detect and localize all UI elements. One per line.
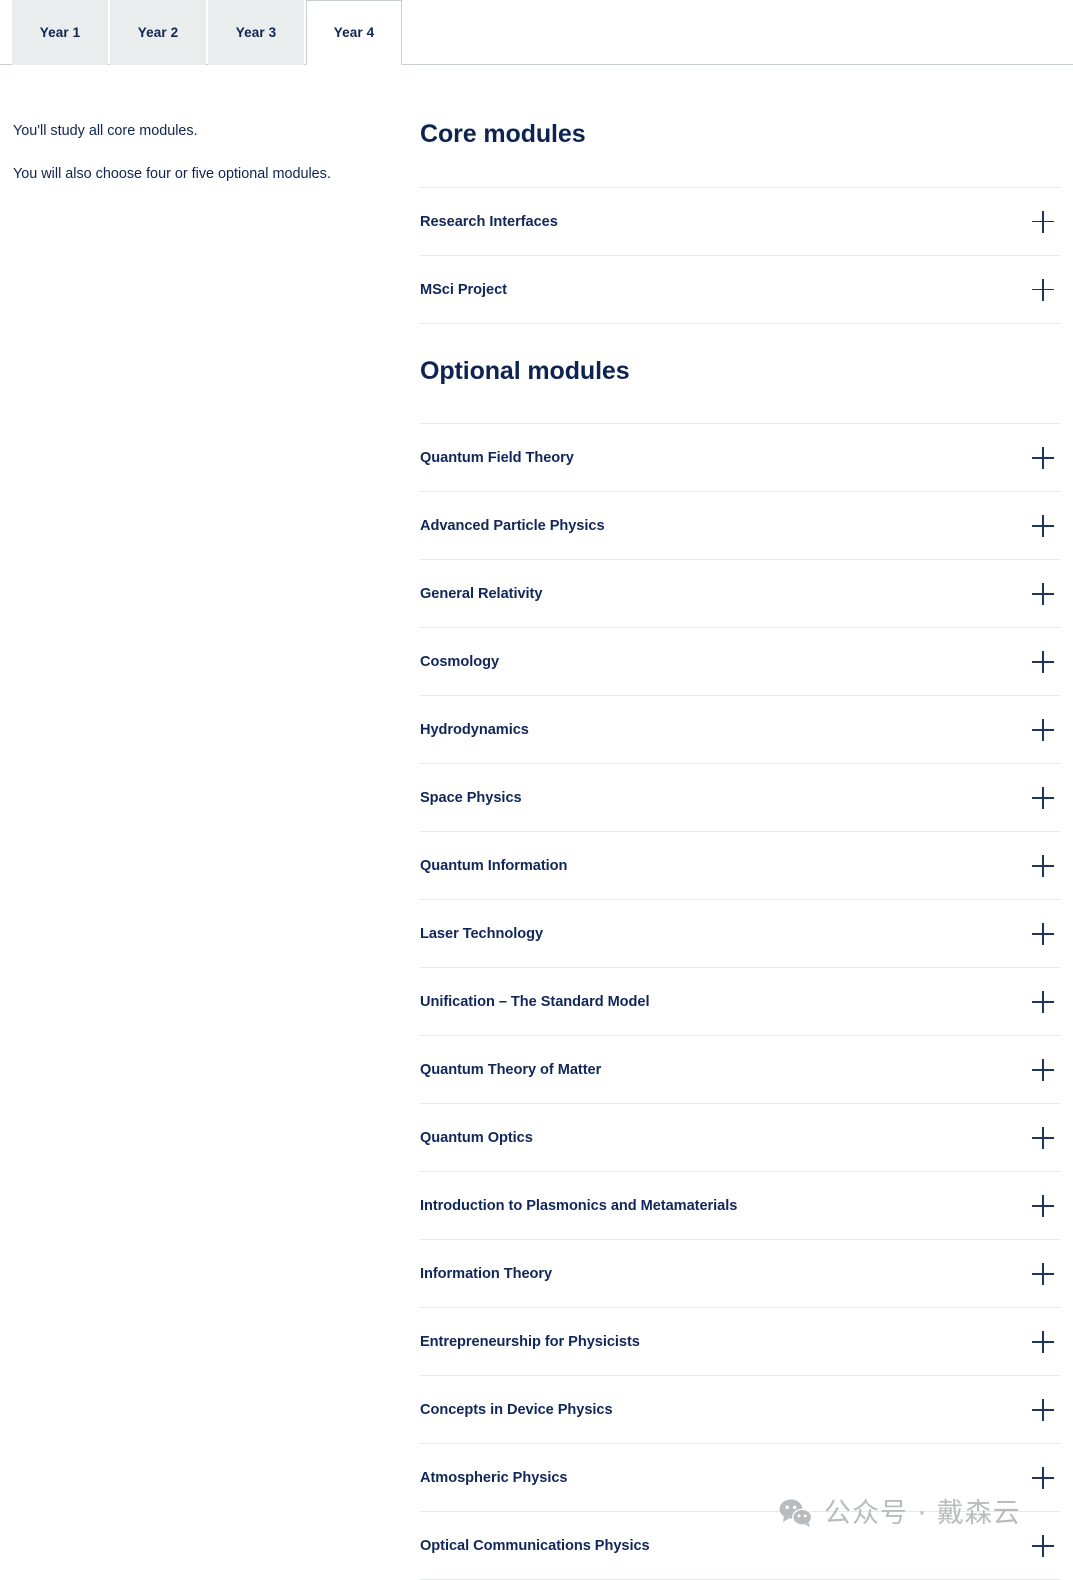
module-title: Space Physics [420, 790, 522, 806]
module-item: Quantum Theory of Matter [420, 1036, 1060, 1104]
module-title: Atmospheric Physics [420, 1470, 568, 1486]
plus-icon[interactable] [1032, 651, 1054, 673]
module-item: Information Theory [420, 1240, 1060, 1308]
tab-panel-year-4: You'll study all core modules. You will … [0, 65, 1073, 1580]
intro-paragraph-1: You'll study all core modules. [13, 123, 198, 139]
module-title: Research Interfaces [420, 213, 558, 230]
plus-icon[interactable] [1032, 1399, 1054, 1421]
optional-modules-heading: Optional modules [420, 356, 630, 385]
module-title: Information Theory [420, 1266, 553, 1282]
intro-paragraph-2: You will also choose four or five option… [13, 165, 331, 182]
module-title: Quantum Field Theory [420, 450, 574, 466]
plus-icon[interactable] [1032, 923, 1054, 945]
module-item: Concepts in Device Physics [420, 1376, 1060, 1444]
module-toggle-advanced-particle-physics[interactable]: Advanced Particle Physics [420, 492, 1060, 559]
module-toggle-introduction-to-plasmonics-and-metamaterials[interactable]: Introduction to Plasmonics and Metamater… [420, 1172, 1060, 1239]
tab-label: Year 1 [39, 25, 81, 40]
plus-icon[interactable] [1032, 787, 1054, 809]
tab-year-2[interactable]: Year 2 [110, 0, 206, 65]
plus-icon[interactable] [1032, 210, 1054, 233]
module-toggle-information-theory[interactable]: Information Theory [420, 1240, 1060, 1307]
module-title: Quantum Information [420, 858, 568, 874]
module-toggle-entrepreneurship-for-physicists[interactable]: Entrepreneurship for Physicists [420, 1308, 1060, 1375]
module-title: Cosmology [420, 654, 500, 670]
module-title: Introduction to Plasmonics and Metamater… [420, 1198, 738, 1214]
tab-year-4[interactable]: Year 4 [306, 0, 402, 65]
module-toggle-research-interfaces[interactable]: Research Interfaces [420, 188, 1060, 255]
tab-label: Year 2 [137, 25, 179, 40]
plus-icon[interactable] [1032, 1195, 1054, 1217]
core-modules-accordion: Research Interfaces MSci Project [420, 186, 1060, 324]
module-item: Atmospheric Physics [420, 1444, 1060, 1512]
plus-icon[interactable] [1032, 1059, 1054, 1081]
module-toggle-cosmology[interactable]: Cosmology [420, 628, 1060, 695]
module-toggle-quantum-theory-of-matter[interactable]: Quantum Theory of Matter [420, 1036, 1060, 1103]
intro-column: You'll study all core modules. You will … [0, 121, 420, 207]
module-item: MSci Project [420, 256, 1060, 324]
module-toggle-atmospheric-physics[interactable]: Atmospheric Physics [420, 1444, 1060, 1511]
module-title: Quantum Optics [420, 1130, 533, 1146]
module-item: General Relativity [420, 560, 1060, 628]
module-item: Quantum Information [420, 832, 1060, 900]
module-title: Concepts in Device Physics [420, 1402, 613, 1418]
module-toggle-msci-project[interactable]: MSci Project [420, 256, 1060, 323]
plus-icon[interactable] [1032, 1535, 1054, 1557]
module-toggle-optical-communications-physics[interactable]: Optical Communications Physics [420, 1512, 1060, 1579]
plus-icon[interactable] [1032, 1467, 1054, 1489]
module-title: Unification – The Standard Model [420, 994, 650, 1010]
module-item: Research Interfaces [420, 188, 1060, 256]
core-modules-heading: Core modules [420, 120, 586, 148]
module-toggle-general-relativity[interactable]: General Relativity [420, 560, 1060, 627]
plus-icon[interactable] [1032, 447, 1054, 469]
module-item: Quantum Field Theory [420, 424, 1060, 492]
module-title: General Relativity [420, 586, 543, 602]
module-item: Entrepreneurship for Physicists [420, 1308, 1060, 1376]
module-toggle-quantum-optics[interactable]: Quantum Optics [420, 1104, 1060, 1171]
plus-icon[interactable] [1032, 1263, 1054, 1285]
module-item: Unification – The Standard Model [420, 968, 1060, 1036]
plus-icon[interactable] [1032, 1331, 1054, 1353]
tab-label: Year 3 [235, 25, 277, 40]
year-tabs: Year 1 Year 2 Year 3 Year 4 [0, 0, 1073, 65]
module-title: Laser Technology [420, 926, 544, 942]
module-toggle-space-physics[interactable]: Space Physics [420, 764, 1060, 831]
tab-year-1[interactable]: Year 1 [12, 0, 108, 65]
tab-label: Year 4 [333, 25, 375, 40]
plus-icon[interactable] [1032, 1127, 1054, 1149]
plus-icon[interactable] [1032, 583, 1054, 605]
module-item: Quantum Optics [420, 1104, 1060, 1172]
module-title: Entrepreneurship for Physicists [420, 1334, 640, 1350]
plus-icon[interactable] [1032, 278, 1054, 301]
tab-list: Year 1 Year 2 Year 3 Year 4 [12, 0, 402, 65]
module-toggle-laser-technology[interactable]: Laser Technology [420, 900, 1060, 967]
module-item: Laser Technology [420, 900, 1060, 968]
module-toggle-quantum-field-theory[interactable]: Quantum Field Theory [420, 424, 1060, 491]
optional-modules-accordion: Quantum Field Theory Advanced Particle Ph… [420, 423, 1060, 1580]
module-item: Cosmology [420, 628, 1060, 696]
module-title: Optical Communications Physics [420, 1538, 650, 1554]
module-toggle-unification-the-standard-model[interactable]: Unification – The Standard Model [420, 968, 1060, 1035]
module-toggle-hydrodynamics[interactable]: Hydrodynamics [420, 696, 1060, 763]
module-title: Advanced Particle Physics [420, 518, 605, 534]
module-item: Advanced Particle Physics [420, 492, 1060, 560]
modules-column: Core modules Research Interfaces MSci Pro… [420, 120, 1073, 1580]
module-toggle-quantum-information[interactable]: Quantum Information [420, 832, 1060, 899]
module-item: Hydrodynamics [420, 696, 1060, 764]
module-title: MSci Project [420, 281, 507, 298]
module-title: Hydrodynamics [420, 722, 529, 738]
plus-icon[interactable] [1032, 991, 1054, 1013]
plus-icon[interactable] [1032, 719, 1054, 741]
module-title: Quantum Theory of Matter [420, 1062, 602, 1078]
plus-icon[interactable] [1032, 515, 1054, 537]
module-item: Optical Communications Physics [420, 1512, 1060, 1580]
tab-year-3[interactable]: Year 3 [208, 0, 304, 65]
plus-icon[interactable] [1032, 855, 1054, 877]
module-toggle-concepts-in-device-physics[interactable]: Concepts in Device Physics [420, 1376, 1060, 1443]
module-item: Introduction to Plasmonics and Metamater… [420, 1172, 1060, 1240]
module-item: Space Physics [420, 764, 1060, 832]
